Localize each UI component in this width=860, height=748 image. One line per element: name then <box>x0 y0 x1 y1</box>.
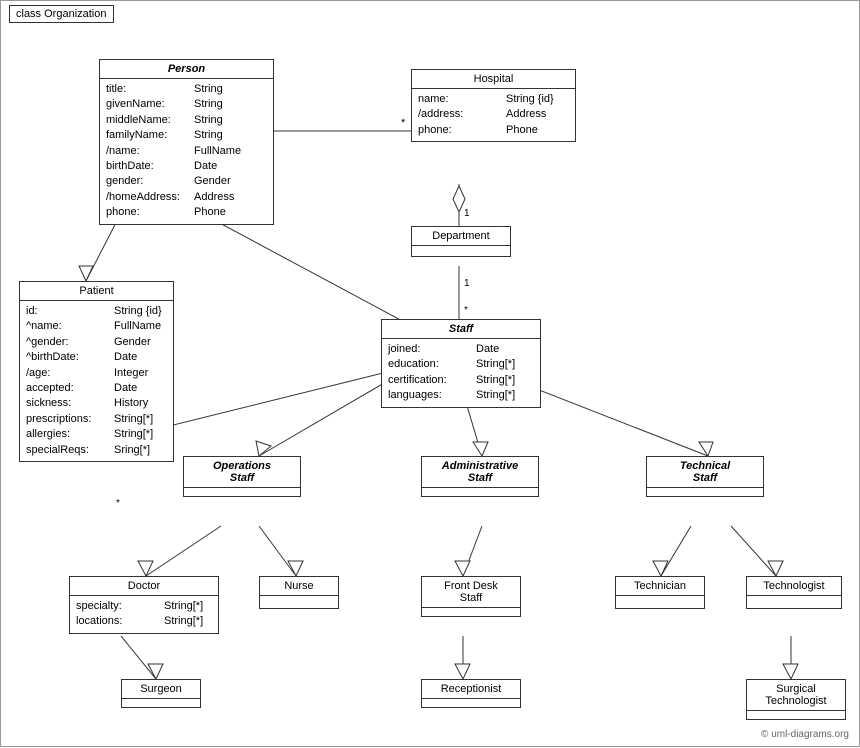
technical-staff-class: TechnicalStaff <box>646 456 764 497</box>
department-class: Department <box>411 226 511 257</box>
nurse-title: Nurse <box>260 577 338 596</box>
person-title: Person <box>100 60 273 79</box>
surgical-technologist-class: SurgicalTechnologist <box>746 679 846 720</box>
staff-class: Staff joined:Date education:String[*] ce… <box>381 319 541 408</box>
operations-staff-title: OperationsStaff <box>184 457 300 488</box>
receptionist-class: Receptionist <box>421 679 521 708</box>
surgeon-class: Surgeon <box>121 679 201 708</box>
diagram-title: class Organization <box>9 5 114 23</box>
svg-text:1: 1 <box>464 278 470 289</box>
hospital-class: Hospital name:String {id} /address:Addre… <box>411 69 576 142</box>
technical-staff-title: TechnicalStaff <box>647 457 763 488</box>
hospital-attrs: name:String {id} /address:Address phone:… <box>412 89 575 141</box>
surgeon-title: Surgeon <box>122 680 200 699</box>
department-attrs <box>412 246 510 256</box>
front-desk-staff-title: Front DeskStaff <box>422 577 520 608</box>
diagram-container: class Organization * * 1 * 1 * <box>0 0 860 747</box>
technologist-title: Technologist <box>747 577 841 596</box>
doctor-class: Doctor specialty:String[*] locations:Str… <box>69 576 219 634</box>
svg-text:*: * <box>464 305 468 316</box>
receptionist-title: Receptionist <box>422 680 520 699</box>
technician-class: Technician <box>615 576 705 609</box>
operations-staff-class: OperationsStaff <box>183 456 301 497</box>
svg-text:*: * <box>116 498 120 509</box>
hospital-title: Hospital <box>412 70 575 89</box>
svg-text:1: 1 <box>464 208 470 219</box>
staff-attrs: joined:Date education:String[*] certific… <box>382 339 540 407</box>
front-desk-staff-class: Front DeskStaff <box>421 576 521 617</box>
surgical-technologist-title: SurgicalTechnologist <box>747 680 845 711</box>
patient-class: Patient id:String {id} ^name:FullName ^g… <box>19 281 174 462</box>
copyright: © uml-diagrams.org <box>761 729 849 740</box>
technician-title: Technician <box>616 577 704 596</box>
department-title: Department <box>412 227 510 246</box>
administrative-staff-class: AdministrativeStaff <box>421 456 539 497</box>
person-class: Person title:String givenName:String mid… <box>99 59 274 225</box>
nurse-class: Nurse <box>259 576 339 609</box>
svg-text:*: * <box>401 117 406 129</box>
patient-attrs: id:String {id} ^name:FullName ^gender:Ge… <box>20 301 173 461</box>
doctor-title: Doctor <box>70 577 218 596</box>
technologist-class: Technologist <box>746 576 842 609</box>
person-attrs: title:String givenName:String middleName… <box>100 79 273 224</box>
administrative-staff-title: AdministrativeStaff <box>422 457 538 488</box>
staff-title: Staff <box>382 320 540 339</box>
patient-title: Patient <box>20 282 173 301</box>
